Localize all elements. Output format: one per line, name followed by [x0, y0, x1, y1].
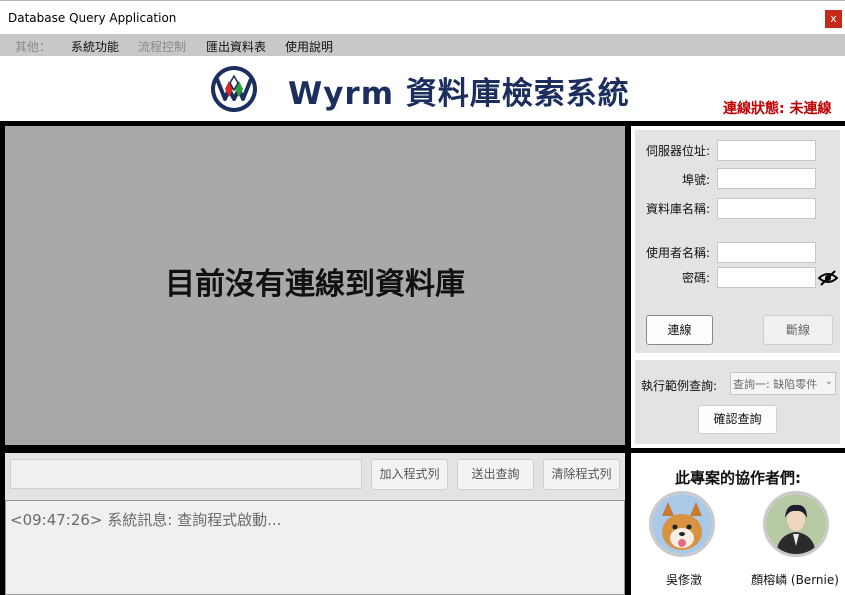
menu-other-label: 其他：: [15, 40, 52, 54]
avatar-collaborator-1: [649, 491, 715, 557]
add-line-button[interactable]: 加入程式列: [371, 459, 448, 490]
connection-status: 連線狀態: 未連線: [723, 101, 832, 117]
result-display-panel: 目前沒有連線到資料庫: [5, 126, 625, 445]
menu-flow-control[interactable]: 流程控制: [138, 38, 186, 55]
app-logo: [211, 66, 257, 112]
send-query-button[interactable]: 送出查詢: [457, 459, 534, 490]
collaborator-1-name: 吳俢澂: [665, 573, 702, 587]
person-avatar-icon: [766, 494, 826, 554]
menu-help[interactable]: 使用說明: [285, 38, 333, 55]
server-address-input[interactable]: [717, 140, 816, 161]
username-label: 使用者名稱:: [645, 246, 710, 260]
server-address-label: 伺服器位址:: [645, 144, 710, 158]
frame-divider-lower-left: [5, 445, 625, 453]
window-title: Database Query Application: [8, 11, 177, 25]
password-label: 密碼:: [681, 271, 710, 285]
close-button[interactable]: x: [825, 10, 842, 28]
app-title: Wyrm 資料庫檢索系統: [288, 76, 630, 112]
log-line: <09:47:26> 系統訊息: 查詢程式啟動...: [10, 511, 282, 529]
show-password-icon[interactable]: [818, 268, 838, 288]
password-input[interactable]: [717, 267, 816, 288]
chevron-down-icon: ⌄: [824, 376, 833, 387]
sample-query-selected: 查詢一: 缺陷零件: [733, 378, 818, 391]
port-label: 埠號:: [681, 173, 710, 187]
menu-bar: 其他： 系統功能 流程控制 匯出資料表 使用說明: [0, 34, 845, 56]
no-connection-message: 目前沒有連線到資料庫: [165, 267, 465, 302]
database-name-label: 資料庫名稱:: [645, 202, 710, 216]
sample-query-select[interactable]: 查詢一: 缺陷零件 ⌄: [730, 372, 836, 395]
query-input[interactable]: [10, 459, 362, 489]
menu-export-table[interactable]: 匯出資料表: [206, 38, 266, 55]
confirm-query-button[interactable]: 確認查詢: [698, 405, 777, 434]
disconnect-button[interactable]: 斷線: [763, 315, 833, 345]
title-bar: Database Query Application x: [0, 0, 845, 34]
avatar-collaborator-2: [763, 491, 829, 557]
collaborators-title: 此專案的協作者們:: [675, 469, 801, 487]
database-name-input[interactable]: [717, 198, 816, 219]
connect-button[interactable]: 連線: [646, 315, 713, 345]
menu-system-functions[interactable]: 系統功能: [71, 38, 119, 55]
dog-avatar-icon: [652, 494, 712, 554]
clear-lines-button[interactable]: 清除程式列: [543, 459, 620, 490]
collaborator-2-name: 顏榕嶙 (Bernie): [751, 573, 839, 587]
port-input[interactable]: [717, 168, 816, 189]
sample-query-label: 執行範例查詢:: [641, 379, 718, 393]
username-input[interactable]: [717, 242, 816, 263]
